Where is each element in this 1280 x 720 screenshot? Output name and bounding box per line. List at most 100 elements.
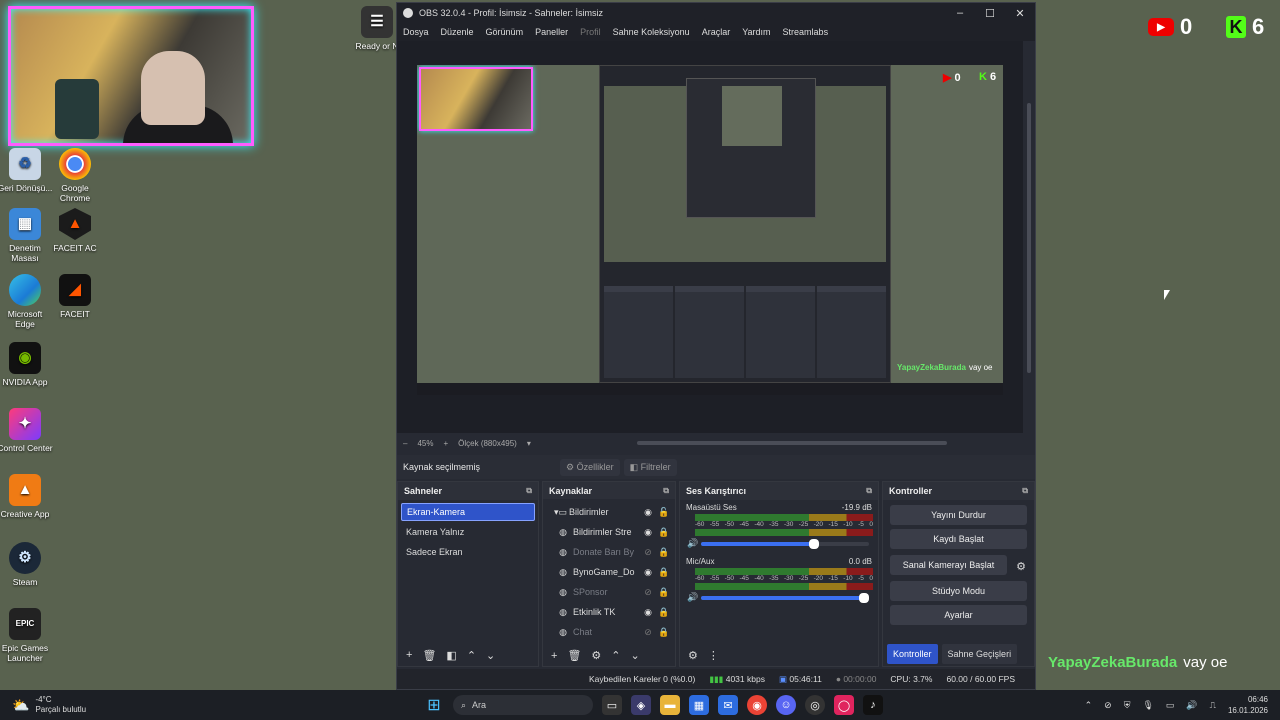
source-item[interactable]: ▾▭ Bildirimler ◉ 🔓 [546,502,672,522]
shield-icon[interactable]: ⛨ [1124,700,1131,711]
studio-mode-button[interactable]: Stüdyo Modu [890,581,1027,601]
start-record-button[interactable]: Kaydı Başlat [890,529,1027,549]
zoom-out-button[interactable]: – [403,439,407,448]
source-item[interactable]: ◍ Donate Barı By ⊘ 🔒 [546,542,672,562]
preview-area[interactable]: ▶ 0 K 6 YapayZekaBurada vay oe [397,41,1023,433]
scene-item[interactable]: Sadece Ekran [401,543,535,561]
minimize-button[interactable]: – [945,7,975,20]
menu-profile[interactable]: Profil [580,27,601,37]
mixer-settings-button[interactable]: ⚙ [688,649,698,662]
source-item[interactable]: ◍ SPonsor ⊘ 🔒 [546,582,672,602]
tab-controls[interactable]: Kontroller [887,644,938,664]
preview-horizontal-scrollbar[interactable] [637,441,947,445]
undock-icon[interactable]: ⧉ [1022,486,1028,496]
start-virtual-camera-button[interactable]: Sanal Kamerayı Başlat [890,555,1007,575]
source-item[interactable]: ◍ Bildirimler Stre ◉ 🔒 [546,522,672,542]
store-icon[interactable]: ▦ [689,695,709,715]
copilot-icon[interactable]: ◈ [631,695,651,715]
desktop-icon-chrome[interactable]: Google Chrome [47,148,103,203]
scale-dropdown-icon[interactable]: ▾ [527,439,531,448]
lock-icon[interactable]: 🔒 [656,627,672,638]
zoom-in-button[interactable]: + [443,439,448,448]
remove-source-button[interactable]: 🗑 [567,649,581,662]
lock-icon[interactable]: 🔓 [656,507,672,518]
clock[interactable]: 06:46 16.01.2026 [1228,694,1268,716]
notification-icon[interactable]: ⎍ [1210,700,1216,711]
desktop-icon-edge[interactable]: Microsoft Edge [0,274,53,329]
lock-icon[interactable]: 🔒 [656,607,672,618]
virtual-camera-settings-icon[interactable]: ⚙ [1011,560,1031,573]
undock-icon[interactable]: ⧉ [663,486,669,496]
desktop-icon-recycle-bin[interactable]: ♻ Geri Dönüşü... [0,148,53,193]
lock-icon[interactable]: 🔒 [656,547,672,558]
desktop-icon-faceit[interactable]: ◢ FACEIT [47,274,103,319]
scene-item[interactable]: Ekran-Kamera [401,503,535,521]
network-off-icon[interactable]: ⊘ [1104,700,1112,711]
eye-off-icon[interactable]: ⊘ [640,547,656,558]
preview-canvas[interactable]: ▶ 0 K 6 YapayZekaBurada vay oe [417,65,1003,395]
lock-icon[interactable]: 🔒 [656,567,672,578]
speaker-icon[interactable]: 🔊 [687,538,701,549]
display-icon[interactable]: ▭ [1166,700,1175,711]
mail-icon[interactable]: ✉ [718,695,738,715]
weather-widget[interactable]: ⛅ -4°C Parçalı bulutlu [0,695,86,715]
volume-icon[interactable]: 🔊 [1186,700,1197,711]
eye-icon[interactable]: ◉ [640,527,656,538]
desktop-icon-epic[interactable]: EPIC Epic Games Launcher [0,608,53,663]
move-up-button[interactable]: ⌃ [467,649,476,662]
obs-taskbar-icon[interactable]: ◎ [805,695,825,715]
add-source-button[interactable]: + [551,650,557,662]
discord-icon[interactable]: ☺ [776,695,796,715]
menu-file[interactable]: Dosya [403,27,429,37]
menu-help[interactable]: Yardım [742,27,770,37]
scale-select[interactable]: Ölçek (880x495) [458,439,517,448]
desktop-icon-faceit-ac[interactable]: ▲ FACEIT AC [47,208,103,253]
preview-vertical-scrollbar[interactable] [1027,103,1031,373]
taskbar-search[interactable]: ⌕ Ara [453,695,593,715]
menu-tools[interactable]: Araçlar [702,27,731,37]
properties-button[interactable]: ⚙ Özellikler [560,458,620,476]
volume-slider[interactable] [701,592,869,603]
move-down-button[interactable]: ⌄ [631,649,640,662]
desktop-icon-control-panel[interactable]: ▦ Denetim Masası [0,208,53,263]
desktop-icon-control-center[interactable]: ✦ Control Center [0,408,53,453]
tiktok-icon[interactable]: ♪ [863,695,883,715]
filters-button[interactable]: ◧ Filtreler [623,458,677,476]
desktop-icon-nvidia[interactable]: ◉ NVIDIA App [0,342,53,387]
microphone-icon[interactable]: 🎙 [1142,700,1153,711]
stop-stream-button[interactable]: Yayını Durdur [890,505,1027,525]
source-item[interactable]: ◍ Etkinlik TK ◉ 🔒 [546,602,672,622]
source-item[interactable]: ◍ BynoGame_Do ◉ 🔒 [546,562,672,582]
task-view-icon[interactable]: ▭ [602,695,622,715]
move-up-button[interactable]: ⌃ [611,649,620,662]
add-scene-button[interactable]: + [406,649,412,661]
app-red-icon[interactable]: ◯ [834,695,854,715]
source-item[interactable]: ◍ Chat ⊘ 🔒 [546,622,672,642]
close-button[interactable]: ✕ [1005,7,1035,20]
maximize-button[interactable]: ☐ [975,7,1005,20]
menu-docks[interactable]: Paneller [535,27,568,37]
speaker-icon[interactable]: 🔊 [687,592,701,603]
menu-edit[interactable]: Düzenle [441,27,474,37]
eye-icon[interactable]: ◉ [640,567,656,578]
lock-icon[interactable]: 🔒 [656,527,672,538]
lock-icon[interactable]: 🔒 [656,587,672,598]
tray-overflow-icon[interactable]: ⌃ [1085,700,1093,711]
menu-scene-collection[interactable]: Sahne Koleksiyonu [613,27,690,37]
source-settings-button[interactable]: ⚙ [591,649,601,662]
desktop-icon-steam[interactable]: ⚙ Steam [0,542,53,587]
volume-slider[interactable] [701,538,869,549]
scene-filters-button[interactable]: ◧ [446,649,456,662]
chrome-taskbar-icon[interactable]: ◉ [747,695,767,715]
eye-off-icon[interactable]: ⊘ [640,627,656,638]
menu-view[interactable]: Görünüm [486,27,524,37]
move-down-button[interactable]: ⌄ [486,649,495,662]
undock-icon[interactable]: ⧉ [526,486,532,496]
file-explorer-icon[interactable]: ▬ [660,695,680,715]
remove-scene-button[interactable]: 🗑 [422,649,436,662]
eye-icon[interactable]: ◉ [640,507,656,518]
windows-start-icon[interactable]: ⊞ [424,695,444,715]
scene-item[interactable]: Kamera Yalnız [401,523,535,541]
desktop-icon-ready-or-not[interactable]: ☰ Ready or N [352,6,402,51]
eye-off-icon[interactable]: ⊘ [640,587,656,598]
